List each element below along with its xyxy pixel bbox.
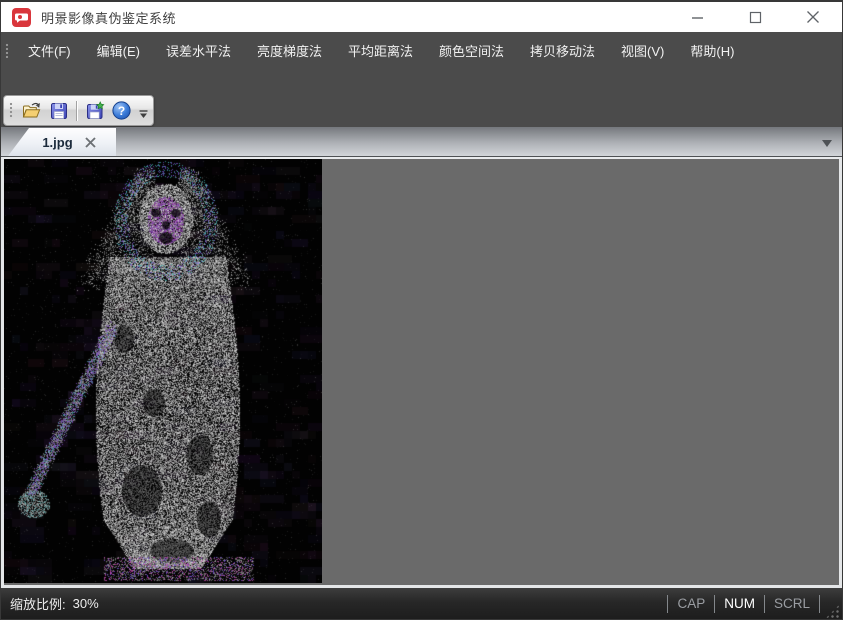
menu-view[interactable]: 视图(V) [608, 36, 677, 65]
toolbar-grip[interactable] [9, 102, 13, 119]
maximize-icon [749, 11, 762, 24]
window-controls [668, 2, 842, 32]
app-window: 明景影像真伪鉴定系统 文件(F) 编辑(E) 误差水平法 亮度梯度法 平均距离法… [0, 0, 843, 620]
close-icon [806, 10, 820, 24]
scroll-lock-indicator: SCRL [764, 595, 820, 613]
menu-copy-move[interactable]: 拷贝移动法 [517, 36, 608, 65]
app-logo-icon [12, 8, 31, 27]
caps-lock-indicator: CAP [667, 595, 714, 613]
toolbar-overflow-icon [139, 110, 148, 119]
resize-grip[interactable] [825, 604, 840, 619]
save-icon [49, 101, 69, 121]
menu-error-level[interactable]: 误差水平法 [153, 36, 244, 65]
help-icon: ? [111, 100, 132, 121]
tab-close-button[interactable] [84, 135, 98, 149]
tab-list-dropdown-icon[interactable] [822, 140, 832, 147]
toolbar-separator [76, 101, 77, 121]
toolbar: ? [3, 95, 154, 126]
tab-bar: 1.jpg [1, 127, 842, 157]
save-button[interactable] [45, 97, 72, 124]
menu-file[interactable]: 文件(F) [15, 36, 84, 65]
svg-text:?: ? [118, 104, 125, 118]
menu-luminance-gradient[interactable]: 亮度梯度法 [244, 36, 335, 65]
menu-edit[interactable]: 编辑(E) [84, 36, 153, 65]
menu-average-distance[interactable]: 平均距离法 [335, 36, 426, 65]
close-button[interactable] [784, 2, 842, 32]
zoom-ratio-value: 30% [73, 596, 99, 611]
menu-color-space[interactable]: 颜色空间法 [426, 36, 517, 65]
analysis-image [4, 159, 322, 583]
tab-1jpg[interactable]: 1.jpg [8, 128, 116, 156]
tab-label: 1.jpg [42, 135, 72, 150]
minimize-icon [691, 11, 704, 24]
tab-close-icon [85, 137, 96, 148]
open-folder-icon [21, 100, 42, 121]
menu-toolbar-dock: 文件(F) 编辑(E) 误差水平法 亮度梯度法 平均距离法 颜色空间法 拷贝移动… [1, 32, 842, 127]
keyboard-indicators: CAP NUM SCRL [667, 595, 820, 613]
menu-bar: 文件(F) 编辑(E) 误差水平法 亮度梯度法 平均距离法 颜色空间法 拷贝移动… [1, 32, 842, 69]
save-as-icon [85, 101, 105, 121]
window-title: 明景影像真伪鉴定系统 [41, 8, 176, 27]
help-button[interactable]: ? [108, 97, 135, 124]
maximize-button[interactable] [726, 2, 784, 32]
toolbar-overflow-button[interactable] [136, 97, 151, 124]
image-workspace[interactable] [1, 157, 842, 588]
num-lock-indicator: NUM [714, 595, 764, 613]
save-as-button[interactable] [81, 97, 108, 124]
open-file-button[interactable] [18, 97, 45, 124]
status-bar: 缩放比例: 30% CAP NUM SCRL [1, 588, 842, 619]
zoom-ratio-label: 缩放比例: [10, 594, 66, 613]
menubar-grip[interactable] [5, 43, 9, 58]
menu-help[interactable]: 帮助(H) [677, 36, 747, 65]
minimize-button[interactable] [668, 2, 726, 32]
title-bar: 明景影像真伪鉴定系统 [1, 2, 842, 32]
